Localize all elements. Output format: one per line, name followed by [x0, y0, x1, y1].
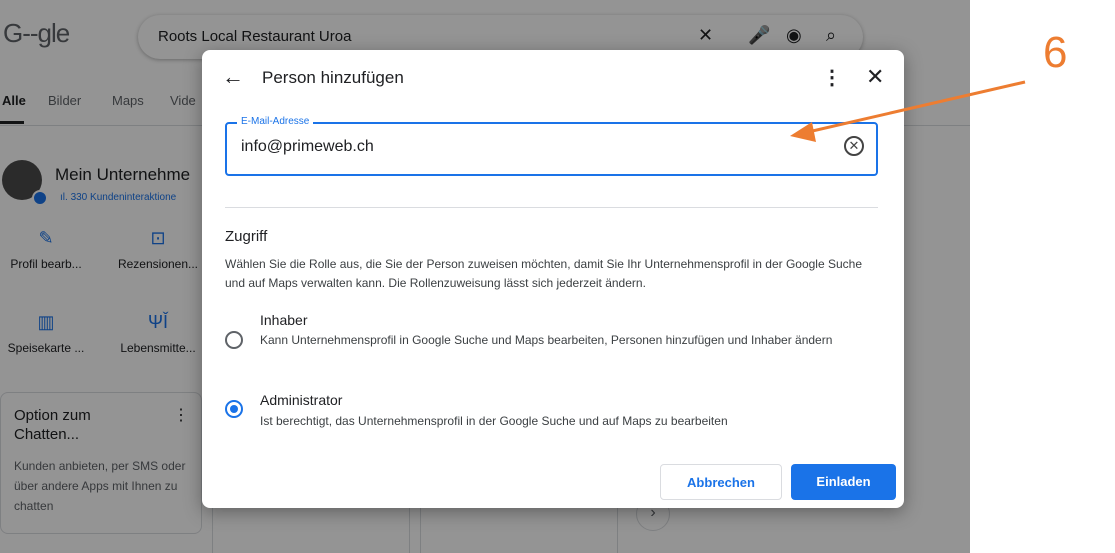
role-owner-description: Kann Unternehmensprofil in Google Suche …: [260, 333, 833, 347]
email-field[interactable]: E-Mail-Adresse ✕: [225, 116, 878, 176]
access-heading: Zugriff: [225, 228, 268, 245]
divider: [225, 207, 878, 208]
access-description: Wählen Sie die Rolle aus, die Sie der Pe…: [225, 257, 863, 290]
cancel-button[interactable]: Abbrechen: [660, 464, 782, 500]
role-owner-title[interactable]: Inhaber: [260, 312, 307, 328]
role-admin-description: Ist berechtigt, das Unternehmensprofil i…: [260, 414, 728, 428]
add-person-dialog: ← Person hinzufügen ⋮ ✕ E-Mail-Adresse ✕…: [202, 50, 904, 508]
arrow-left-icon[interactable]: ←: [222, 64, 244, 90]
clear-circle-icon[interactable]: ✕: [844, 136, 864, 156]
dialog-title: Person hinzufügen: [262, 68, 404, 87]
more-vertical-icon[interactable]: ⋮: [822, 65, 842, 90]
email-input[interactable]: [241, 138, 821, 156]
close-icon[interactable]: ✕: [866, 64, 884, 90]
invite-button[interactable]: Einladen: [791, 464, 896, 500]
role-admin-radio[interactable]: [225, 400, 243, 418]
role-admin-title[interactable]: Administrator: [260, 392, 342, 408]
email-field-label: E-Mail-Adresse: [237, 116, 314, 127]
step-number: 6: [1043, 28, 1068, 77]
role-owner-radio[interactable]: [225, 331, 243, 349]
